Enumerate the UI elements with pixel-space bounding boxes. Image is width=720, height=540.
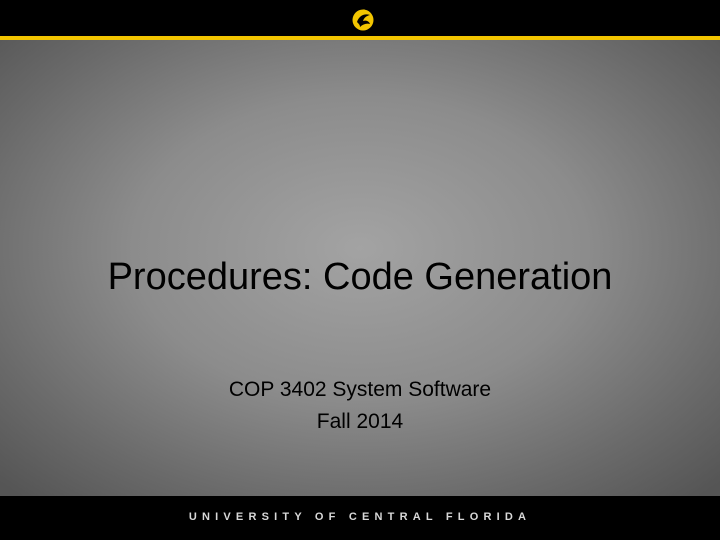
course-name: COP 3402 System Software xyxy=(228,378,492,401)
pegasus-icon xyxy=(352,9,374,31)
gold-divider xyxy=(0,36,720,40)
slide: Procedures: Code Generation COP 3402 Sys… xyxy=(0,0,720,540)
slide-title: Procedures: Code Generation xyxy=(107,256,613,298)
university-wordmark: UNIVERSITY OF CENTRAL FLORIDA xyxy=(188,511,532,523)
slide-subtitle: COP 3402 System Software Fall 2014 xyxy=(0,374,720,438)
term: Fall 2014 xyxy=(316,410,404,433)
